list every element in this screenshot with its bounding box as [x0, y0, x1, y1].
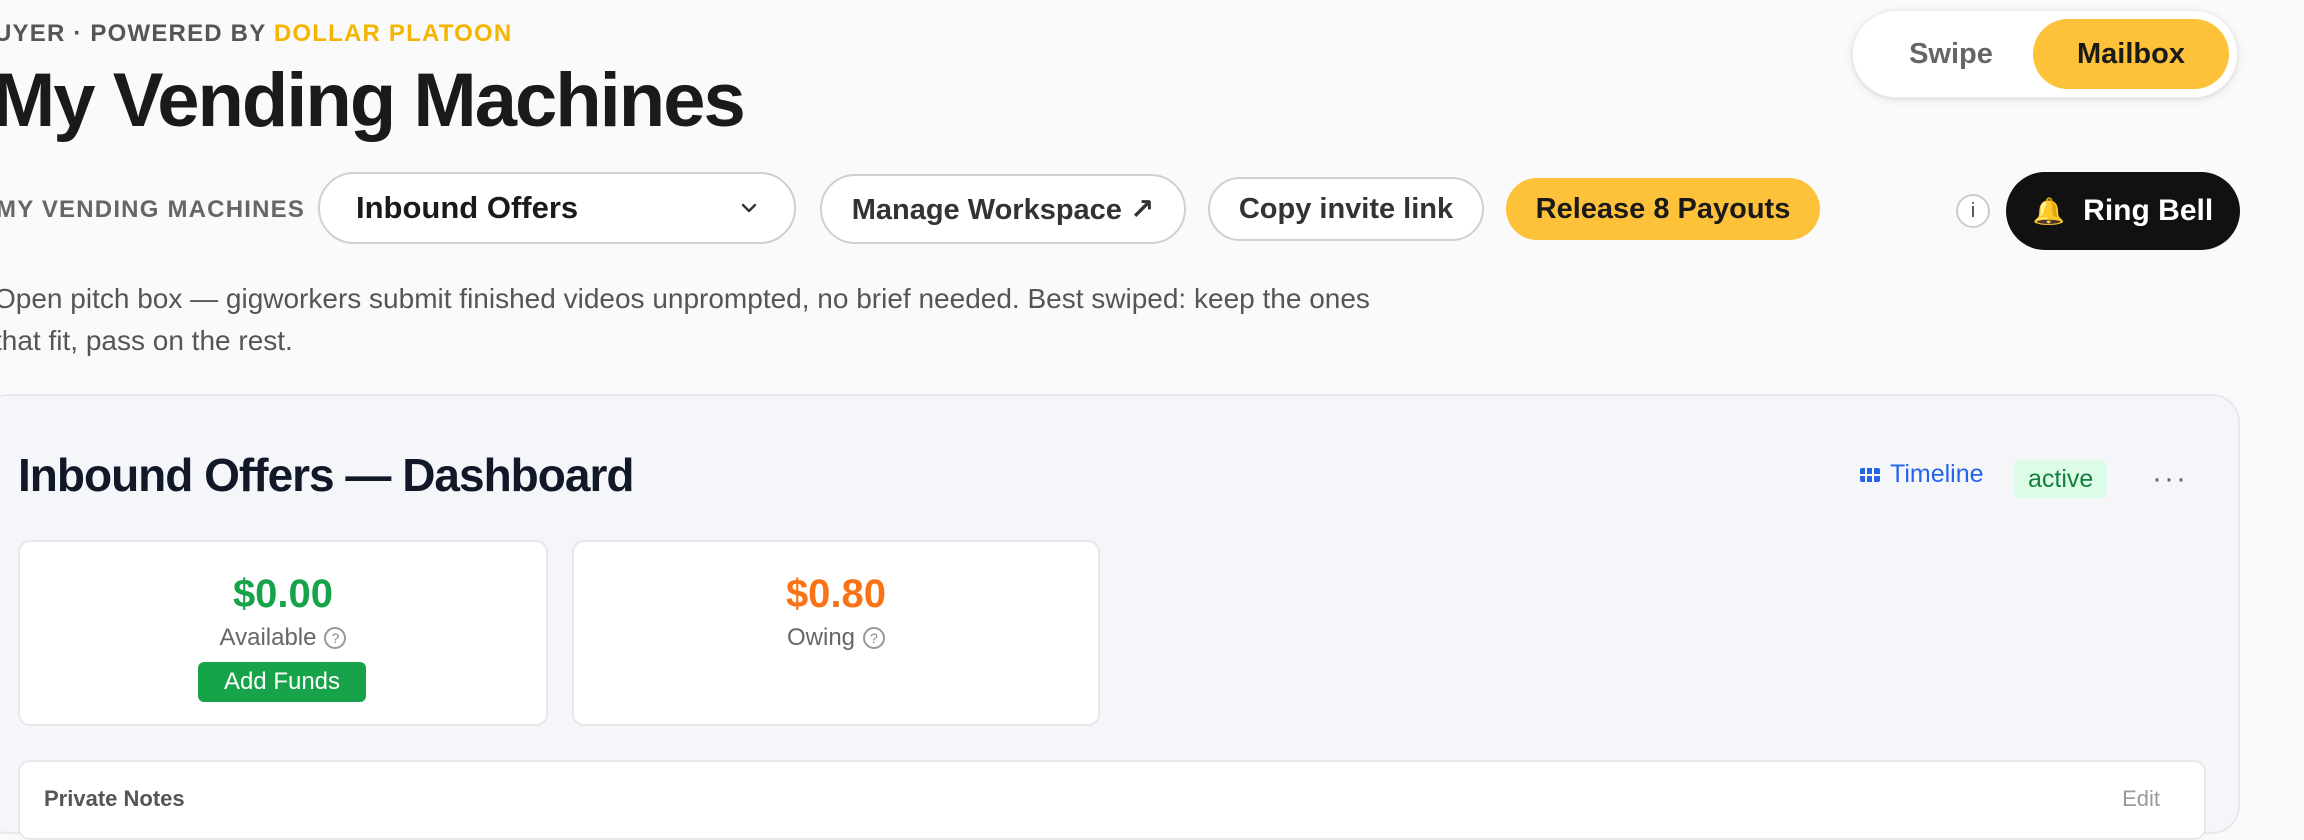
available-value: $0.00	[232, 572, 334, 616]
available-card: $0.00 Available ? Add Funds	[18, 540, 548, 726]
notes-edit-button[interactable]: Edit	[2122, 786, 2160, 812]
private-notes-card: Private Notes Edit	[18, 760, 2206, 840]
eyebrow-prefix: UYER · POWERED BY	[0, 20, 266, 47]
owing-label: Owing	[786, 624, 856, 651]
add-funds-button[interactable]: Add Funds	[198, 662, 366, 702]
owing-card: $0.80 Owing ?	[572, 540, 1100, 726]
help-icon[interactable]: ?	[863, 627, 886, 649]
ring-bell-label: Ring Bell	[2083, 194, 2214, 227]
toggle-mailbox[interactable]: Mailbox	[2033, 19, 2229, 89]
status-badge: active	[2014, 460, 2108, 498]
bell-icon: 🔔	[2032, 195, 2066, 226]
brand-link[interactable]: DOLLAR PLATOON	[274, 20, 513, 47]
timeline-link[interactable]: Timeline	[1860, 460, 1984, 489]
view-toggle: Swipe Mailbox	[1852, 10, 2238, 98]
toggle-swipe[interactable]: Swipe	[1863, 19, 2039, 89]
owing-value: $0.80	[785, 572, 887, 616]
timeline-label: Timeline	[1890, 460, 1984, 488]
machine-description: Open pitch box — gigworkers submit finis…	[0, 283, 1370, 356]
page-title: My Vending Machines	[0, 58, 746, 143]
machine-select[interactable]: Inbound Offers	[318, 172, 796, 244]
available-label-row: Available ?	[20, 624, 546, 652]
more-options-icon[interactable]: ···	[2152, 462, 2188, 496]
available-label: Available	[219, 624, 317, 651]
calendar-icon	[1860, 467, 1880, 482]
owing-label-row: Owing ?	[574, 624, 1098, 652]
eyebrow: UYER · POWERED BY DOLLAR PLATOON	[0, 20, 512, 48]
manage-workspace-button[interactable]: Manage Workspace ↗	[820, 174, 1186, 244]
release-payouts-button[interactable]: Release 8 Payouts	[1506, 178, 1820, 240]
dashboard-title: Inbound Offers — Dashboard	[18, 449, 634, 501]
machine-select-value: Inbound Offers	[356, 190, 579, 225]
info-icon[interactable]: i	[1956, 194, 1990, 228]
help-icon[interactable]: ?	[324, 627, 347, 649]
copy-invite-link-button[interactable]: Copy invite link	[1208, 177, 1484, 241]
chevron-down-icon	[741, 203, 757, 213]
notes-title: Private Notes	[44, 786, 185, 811]
ring-bell-button[interactable]: 🔔 Ring Bell	[2006, 172, 2240, 250]
toolbar-label: MY VENDING MACHINES	[0, 196, 306, 223]
